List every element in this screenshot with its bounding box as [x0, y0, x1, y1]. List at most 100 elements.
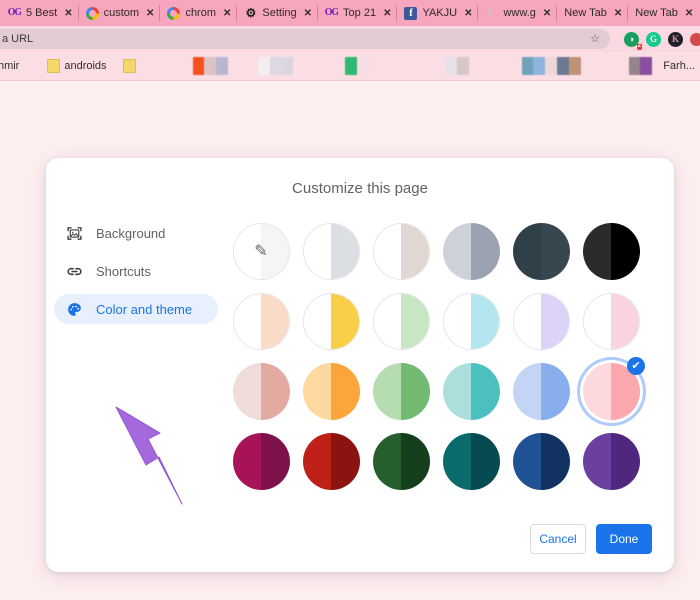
bookmark-item[interactable]: [444, 57, 469, 75]
swatch-left-half: [442, 222, 471, 280]
bookmark-item[interactable]: [556, 57, 581, 75]
swatch-left-half: [583, 293, 611, 349]
profile-avatar[interactable]: [690, 32, 700, 46]
done-button[interactable]: Done: [596, 524, 652, 554]
browser-tab[interactable]: New Tab ✕: [627, 0, 698, 26]
browser-tab[interactable]: New Tab ✕: [556, 0, 627, 26]
theme-swatch-cell: [436, 286, 506, 356]
browser-tab[interactable]: f YAKJU ✕: [396, 0, 477, 26]
tab-close-icon[interactable]: ✕: [302, 8, 312, 19]
theme-grey-light[interactable]: [302, 222, 360, 280]
swatch-right-half: [541, 222, 570, 280]
cancel-button[interactable]: Cancel: [530, 524, 586, 554]
swatch-right-half: [471, 293, 499, 349]
og-icon: OG: [8, 7, 21, 18]
theme-blue-light[interactable]: [512, 362, 570, 420]
theme-peach-light[interactable]: [232, 292, 290, 350]
browser-tab[interactable]: chrom ✕: [159, 0, 236, 26]
tab-close-icon[interactable]: ✕: [381, 8, 391, 19]
bookmark-item[interactable]: androids: [42, 56, 111, 76]
theme-navy[interactable]: [512, 432, 570, 490]
theme-green-light[interactable]: [372, 292, 430, 350]
sidebar-item-color-and-theme[interactable]: Color and theme: [54, 294, 218, 324]
swatch-right-half: [331, 223, 359, 279]
grammarly-icon[interactable]: G: [646, 31, 661, 47]
swatch-left-half: [443, 293, 471, 349]
tab-close-icon[interactable]: ✕: [541, 8, 551, 19]
theme-red-dark[interactable]: [302, 432, 360, 490]
theme-swatch-cell: [366, 216, 436, 286]
tab-close-icon[interactable]: ✕: [462, 8, 472, 19]
swatch-right-half: [471, 432, 500, 490]
sidebar-item-background[interactable]: Background: [54, 218, 212, 248]
browser-tab[interactable]: OG 5 Best ✕: [0, 0, 78, 26]
bookmark-item[interactable]: Kashmir: [0, 56, 24, 76]
tab-close-icon[interactable]: ✕: [144, 8, 154, 19]
theme-beige[interactable]: [372, 222, 430, 280]
swatch-right-half: [331, 293, 359, 349]
bookmark-item[interactable]: [521, 57, 557, 75]
swatch-left-half: [582, 222, 611, 280]
theme-swatch-cell: [576, 286, 646, 356]
theme-swatch-cell: [296, 286, 366, 356]
address-bar[interactable]: a URL ☆: [0, 29, 610, 49]
swatch-left-half: [302, 432, 331, 490]
theme-purple-dark[interactable]: [582, 432, 640, 490]
swatch-left-half: [512, 222, 541, 280]
sidebar-item-label: Color and theme: [96, 301, 193, 317]
kaspersky-icon[interactable]: K: [668, 31, 683, 47]
custom-color-picker[interactable]: ✎: [232, 222, 290, 280]
theme-lavender-light[interactable]: [512, 292, 570, 350]
browser-tab[interactable]: ☾ www.g ✕: [477, 0, 556, 26]
link-icon: [66, 263, 83, 280]
swatch-right-half: [331, 432, 360, 490]
sidebar-item-shortcuts[interactable]: Shortcuts: [54, 256, 212, 286]
swatch-left-half: [302, 362, 331, 420]
theme-swatch-cell: ✔: [576, 356, 646, 426]
theme-magenta-dark[interactable]: [232, 432, 290, 490]
swatch-right-half: [261, 432, 290, 490]
bookmark-item[interactable]: [628, 57, 653, 75]
theme-teal-dark[interactable]: [442, 432, 500, 490]
extension-badge: 2: [636, 42, 642, 50]
browser-tab[interactable]: custom ✕: [77, 0, 160, 26]
tab-title: www.g: [503, 7, 536, 19]
theme-green[interactable]: [372, 362, 430, 420]
tab-close-icon[interactable]: ✕: [62, 8, 72, 19]
tab-title: New Tab: [635, 7, 678, 19]
tab-close-icon[interactable]: ✕: [221, 8, 231, 19]
swatch-right-half: [331, 362, 360, 420]
theme-pink-light[interactable]: [582, 292, 640, 350]
browser-tab[interactable]: OG Top 21 ✕: [317, 0, 396, 26]
theme-rose[interactable]: [232, 362, 290, 420]
theme-swatch-cell: [436, 426, 506, 496]
swatch-left-half: [232, 432, 261, 490]
theme-grey[interactable]: [442, 222, 500, 280]
tab-close-icon[interactable]: ✕: [612, 8, 622, 19]
bookmark-item[interactable]: [118, 56, 141, 76]
theme-orange[interactable]: [302, 362, 360, 420]
customize-page-dialog: Customize this page Background Shortcuts…: [46, 158, 674, 572]
extension-icon[interactable]: ◑ 2: [624, 31, 642, 50]
theme-dark-slate[interactable]: [512, 222, 570, 280]
tab-title: YAKJU: [422, 7, 458, 19]
bookmark-item[interactable]: [345, 57, 369, 75]
sidebar-item-label: Shortcuts: [96, 263, 151, 279]
bookmark-item[interactable]: [257, 57, 294, 75]
bookmark-item[interactable]: Farh...: [658, 56, 700, 76]
tab-close-icon[interactable]: ✕: [683, 8, 693, 19]
theme-cyan-light[interactable]: [442, 292, 500, 350]
browser-toolbar: a URL ☆ ◑ 2 G K: [0, 26, 700, 52]
swatch-left-half: [233, 293, 261, 349]
theme-yellow[interactable]: [302, 292, 360, 350]
bookmark-star-icon[interactable]: ☆: [590, 32, 600, 45]
theme-swatch-grid: ✎ ✔: [226, 216, 646, 496]
swatch-right-half: [541, 293, 569, 349]
theme-swatch-cell: [436, 356, 506, 426]
theme-black[interactable]: [582, 222, 640, 280]
bookmark-item[interactable]: [192, 57, 228, 75]
browser-tab[interactable]: ⚙ Setting ✕: [236, 0, 317, 26]
folder-icon: [47, 59, 61, 73]
theme-teal[interactable]: [442, 362, 500, 420]
theme-forest-dark[interactable]: [372, 432, 430, 490]
